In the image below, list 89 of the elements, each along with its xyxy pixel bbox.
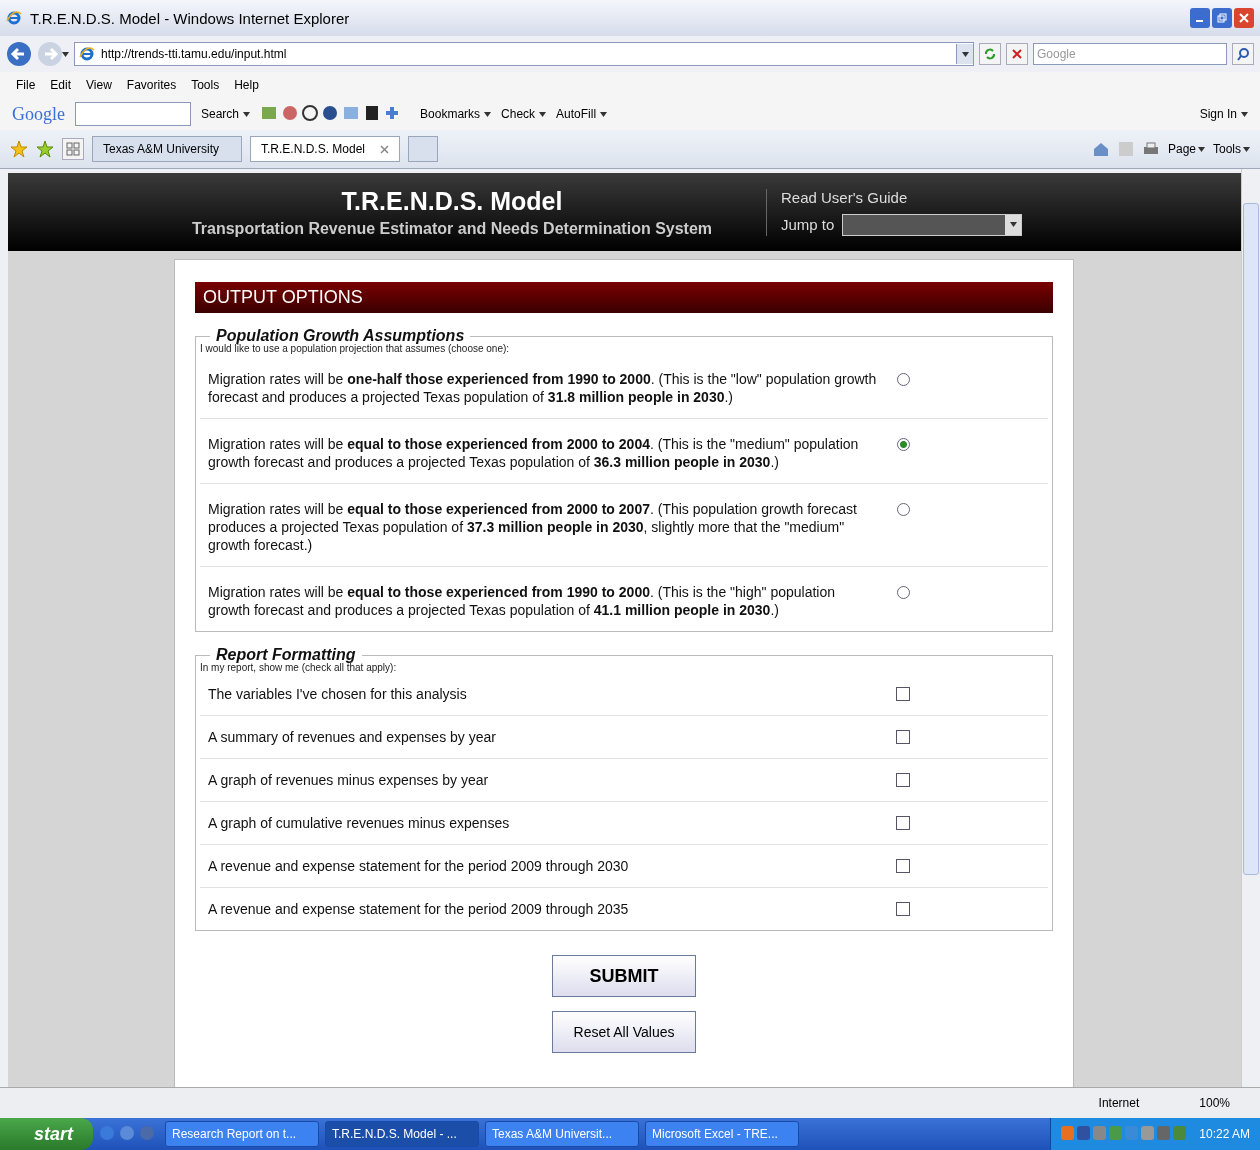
google-logo: Google [12, 103, 65, 125]
fieldset-legend: Population Growth Assumptions [210, 327, 471, 345]
toolbar-button[interactable]: Check [501, 107, 536, 121]
close-tab-icon[interactable] [380, 144, 389, 154]
checkbox[interactable] [896, 859, 910, 873]
menu-item[interactable]: Edit [50, 78, 72, 92]
radio-button[interactable] [897, 373, 910, 386]
caret-icon[interactable] [62, 51, 69, 57]
caret-icon[interactable] [539, 111, 547, 117]
checkbox[interactable] [896, 687, 910, 701]
option-text: A summary of revenues and expenses by year [208, 728, 497, 746]
taskbar-button[interactable]: Microsoft Excel - TRE... [645, 1121, 799, 1147]
option-text: Migration rates will be equal to those experienced from 2000 to 2004. (This is the "medium" population growth forecast and produces a projected Texas population of 36.3 million people in 2030.) [208, 435, 860, 471]
scrollbar[interactable] [1241, 169, 1260, 1087]
radio-button[interactable] [897, 503, 910, 516]
checkbox[interactable] [896, 902, 910, 916]
caret-icon[interactable] [600, 111, 608, 117]
security-zone: Internet [1098, 1096, 1140, 1110]
favorites-star-icon[interactable] [10, 140, 28, 158]
close-button[interactable] [1234, 8, 1254, 28]
option-text: Migration rates will be one-half those experienced from 1990 to 2000. (This is the "low" population growth forecast and produces a projected Texas population of 31.8 million people in 2030.) [208, 370, 878, 406]
add-favorites-icon[interactable] [36, 140, 54, 158]
start-button[interactable]: start [0, 1118, 93, 1150]
option-text: A revenue and expense statement for the period 2009 through 2035 [208, 900, 630, 918]
url-text: http://trends-tti.tamu.edu/input.html [101, 47, 288, 61]
window-title: T.R.E.N.D.S. Model - Windows Internet Explorer [30, 9, 351, 27]
option-text: Migration rates will be equal to those experienced from 1990 to 2000. (This is the "high" population growth forecast and produces a projected Texas population of 41.1 million people in 2030.) [208, 583, 836, 619]
address-field[interactable]: http://trends-tti.tamu.edu/input.html [74, 42, 974, 66]
sign-in-button[interactable]: Sign In [1199, 107, 1237, 121]
menu-item[interactable]: Help [234, 78, 259, 92]
clock: 10:22 AM [1199, 1127, 1250, 1141]
restore-icon[interactable] [1217, 13, 1227, 23]
jump-dropdown[interactable] [842, 213, 1023, 236]
menu-item[interactable]: View [86, 78, 112, 92]
taskbar-button[interactable]: Research Report on t... [165, 1121, 319, 1147]
toolbar-button[interactable]: AutoFill [556, 107, 597, 121]
submit-button[interactable]: SUBMIT [552, 955, 696, 997]
command-button[interactable]: Tools [1213, 142, 1241, 156]
jump-label: Jump to [781, 216, 835, 233]
page-icon [79, 46, 95, 62]
checkbox[interactable] [896, 730, 910, 744]
back-button[interactable] [6, 41, 32, 67]
home-icon[interactable] [1091, 141, 1110, 157]
checkbox[interactable] [896, 816, 910, 830]
toolbar-button[interactable]: Search [201, 107, 240, 121]
caret-icon[interactable] [961, 51, 969, 57]
option-text: The variables I've chosen for this analysis [208, 685, 468, 703]
caret-icon[interactable] [1009, 222, 1017, 227]
site-title: T.R.E.N.D.S. Model [341, 186, 563, 216]
caret-icon[interactable] [1241, 111, 1248, 117]
caret-icon[interactable] [484, 111, 492, 117]
menu-item[interactable]: Favorites [126, 78, 177, 92]
zoom-button[interactable]: 100% [1199, 1096, 1230, 1110]
stop-icon[interactable] [1011, 48, 1023, 60]
restore-button[interactable] [1212, 8, 1232, 28]
browser-tab[interactable]: Texas A&M University [92, 136, 242, 162]
browser-icon [6, 10, 22, 26]
section-header: OUTPUT OPTIONS [195, 282, 1053, 313]
site-subtitle: Transportation Revenue Estimator and Needs Determination System [191, 219, 713, 238]
menu-item[interactable]: Tools [191, 78, 220, 92]
option-text: A graph of cumulative revenues minus expenses [208, 814, 511, 832]
taskbar-button[interactable]: Texas A&M Universit... [485, 1121, 639, 1147]
option-text: Migration rates will be equal to those experienced from 2000 to 2007. (This population growth forecast produces a projected Texas population of 37.3 million people in 2030, slightly more that the "medium" growth forecast.) [208, 500, 858, 554]
fieldset-legend: Report Formatting [210, 646, 362, 664]
close-icon[interactable] [1239, 13, 1249, 23]
caret-icon[interactable] [1243, 146, 1250, 152]
minimize-button[interactable] [1190, 8, 1210, 28]
menu-item[interactable]: File [16, 78, 36, 92]
toolbar-button[interactable]: Bookmarks [420, 107, 481, 121]
search-field[interactable]: Google [1033, 43, 1227, 65]
toolbar-search-field[interactable] [75, 102, 191, 126]
radio-button[interactable] [897, 586, 910, 599]
caret-icon[interactable] [1198, 146, 1205, 152]
browser-tab[interactable]: T.R.E.N.D.S. Model [250, 136, 400, 162]
option-text: A revenue and expense statement for the period 2009 through 2030 [208, 857, 630, 875]
fieldset-hint: I would like to use a population projection that assumes (choose one): [200, 343, 511, 354]
option-text: A graph of revenues minus expenses by year [208, 771, 490, 789]
stop-button[interactable] [1006, 43, 1028, 65]
reset-button[interactable]: Reset All Values [552, 1011, 696, 1053]
fieldset-hint: In my report, show me (check all that apply): [200, 662, 398, 673]
quick-tabs-button[interactable] [62, 138, 84, 160]
radio-button[interactable] [897, 438, 910, 451]
dropdown-button[interactable] [956, 44, 973, 64]
guide-link[interactable]: Read User's Guide [781, 188, 1071, 206]
caret-icon[interactable] [243, 111, 251, 117]
command-button[interactable]: Page [1167, 142, 1196, 156]
taskbar-button[interactable]: T.R.E.N.D.S. Model - ... [325, 1121, 479, 1147]
checkbox[interactable] [896, 773, 910, 787]
printer-icon[interactable] [1141, 141, 1160, 157]
